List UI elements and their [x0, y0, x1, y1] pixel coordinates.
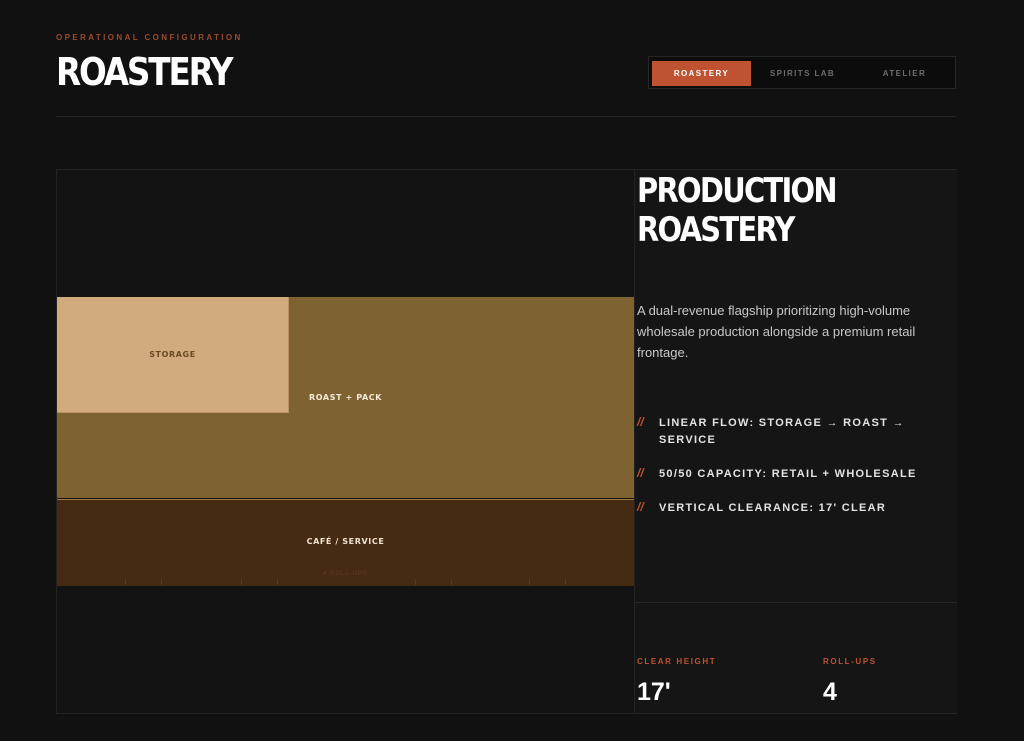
description: A dual-revenue flagship prioritizing hig… [637, 303, 916, 360]
slash-marker: // [637, 415, 644, 429]
tab-spirits-lab[interactable]: SPIRITS LAB [753, 61, 852, 86]
rollup-note: 4 ROLL-UPS [322, 571, 368, 577]
feature-text: LINEAR FLOW: STORAGE → ROAST → SERVICE [659, 417, 905, 446]
configuration-panel: ROAST + PACK STORAGE CAFÉ / SERVICE 4 RO… [56, 169, 957, 714]
header-divider [56, 116, 956, 117]
page-title: ROASTERY [56, 50, 234, 94]
rollup-marker [277, 579, 278, 585]
section-title-line2: ROASTERY [637, 210, 795, 250]
floor-plan: ROAST + PACK STORAGE CAFÉ / SERVICE 4 RO… [57, 170, 634, 713]
zone-roast-pack-label: ROAST + PACK [308, 393, 383, 402]
tab-roastery[interactable]: ROASTERY [652, 61, 751, 86]
feature-item: // LINEAR FLOW: STORAGE → ROAST → SERVIC… [637, 415, 937, 449]
slash-marker: // [637, 500, 644, 514]
stats-divider [635, 602, 957, 603]
rollup-marker [125, 579, 126, 585]
rollup-marker [161, 579, 162, 585]
feature-item: // VERTICAL CLEARANCE: 17' CLEAR [637, 500, 937, 517]
tab-atelier[interactable]: ATELIER [855, 61, 954, 86]
feature-list: // LINEAR FLOW: STORAGE → ROAST → SERVIC… [637, 415, 937, 534]
section-title-line1: PRODUCTION [637, 171, 838, 211]
rollup-marker [565, 579, 566, 585]
stat-label-roll-ups: ROLL-UPS [823, 657, 877, 666]
rollup-marker [415, 579, 416, 585]
feature-text: VERTICAL CLEARANCE: 17' CLEAR [659, 502, 887, 514]
zone-cafe-label: CAFÉ / SERVICE [306, 536, 385, 546]
configuration-tabs: ROASTERY SPIRITS LAB ATELIER [648, 56, 956, 89]
feature-item: // 50/50 CAPACITY: RETAIL + WHOLESALE [637, 466, 937, 483]
rollup-marker [241, 579, 242, 585]
eyebrow-label: OPERATIONAL CONFIGURATION [56, 33, 243, 42]
slash-marker: // [637, 466, 644, 480]
stat-label-clear-height: CLEAR HEIGHT [637, 657, 717, 666]
stat-value-roll-ups: 4 [823, 678, 837, 706]
stat-value-clear-height: 17' [637, 678, 671, 706]
zone-storage[interactable]: STORAGE [57, 297, 289, 413]
feature-text: 50/50 CAPACITY: RETAIL + WHOLESALE [659, 468, 917, 480]
zone-storage-label: STORAGE [149, 350, 196, 359]
rollup-marker [451, 579, 452, 585]
rollup-marker [529, 579, 530, 585]
info-panel: PRODUCTION ROASTERY A dual-revenue flags… [634, 170, 957, 713]
section-title: PRODUCTION ROASTERY [637, 171, 838, 250]
